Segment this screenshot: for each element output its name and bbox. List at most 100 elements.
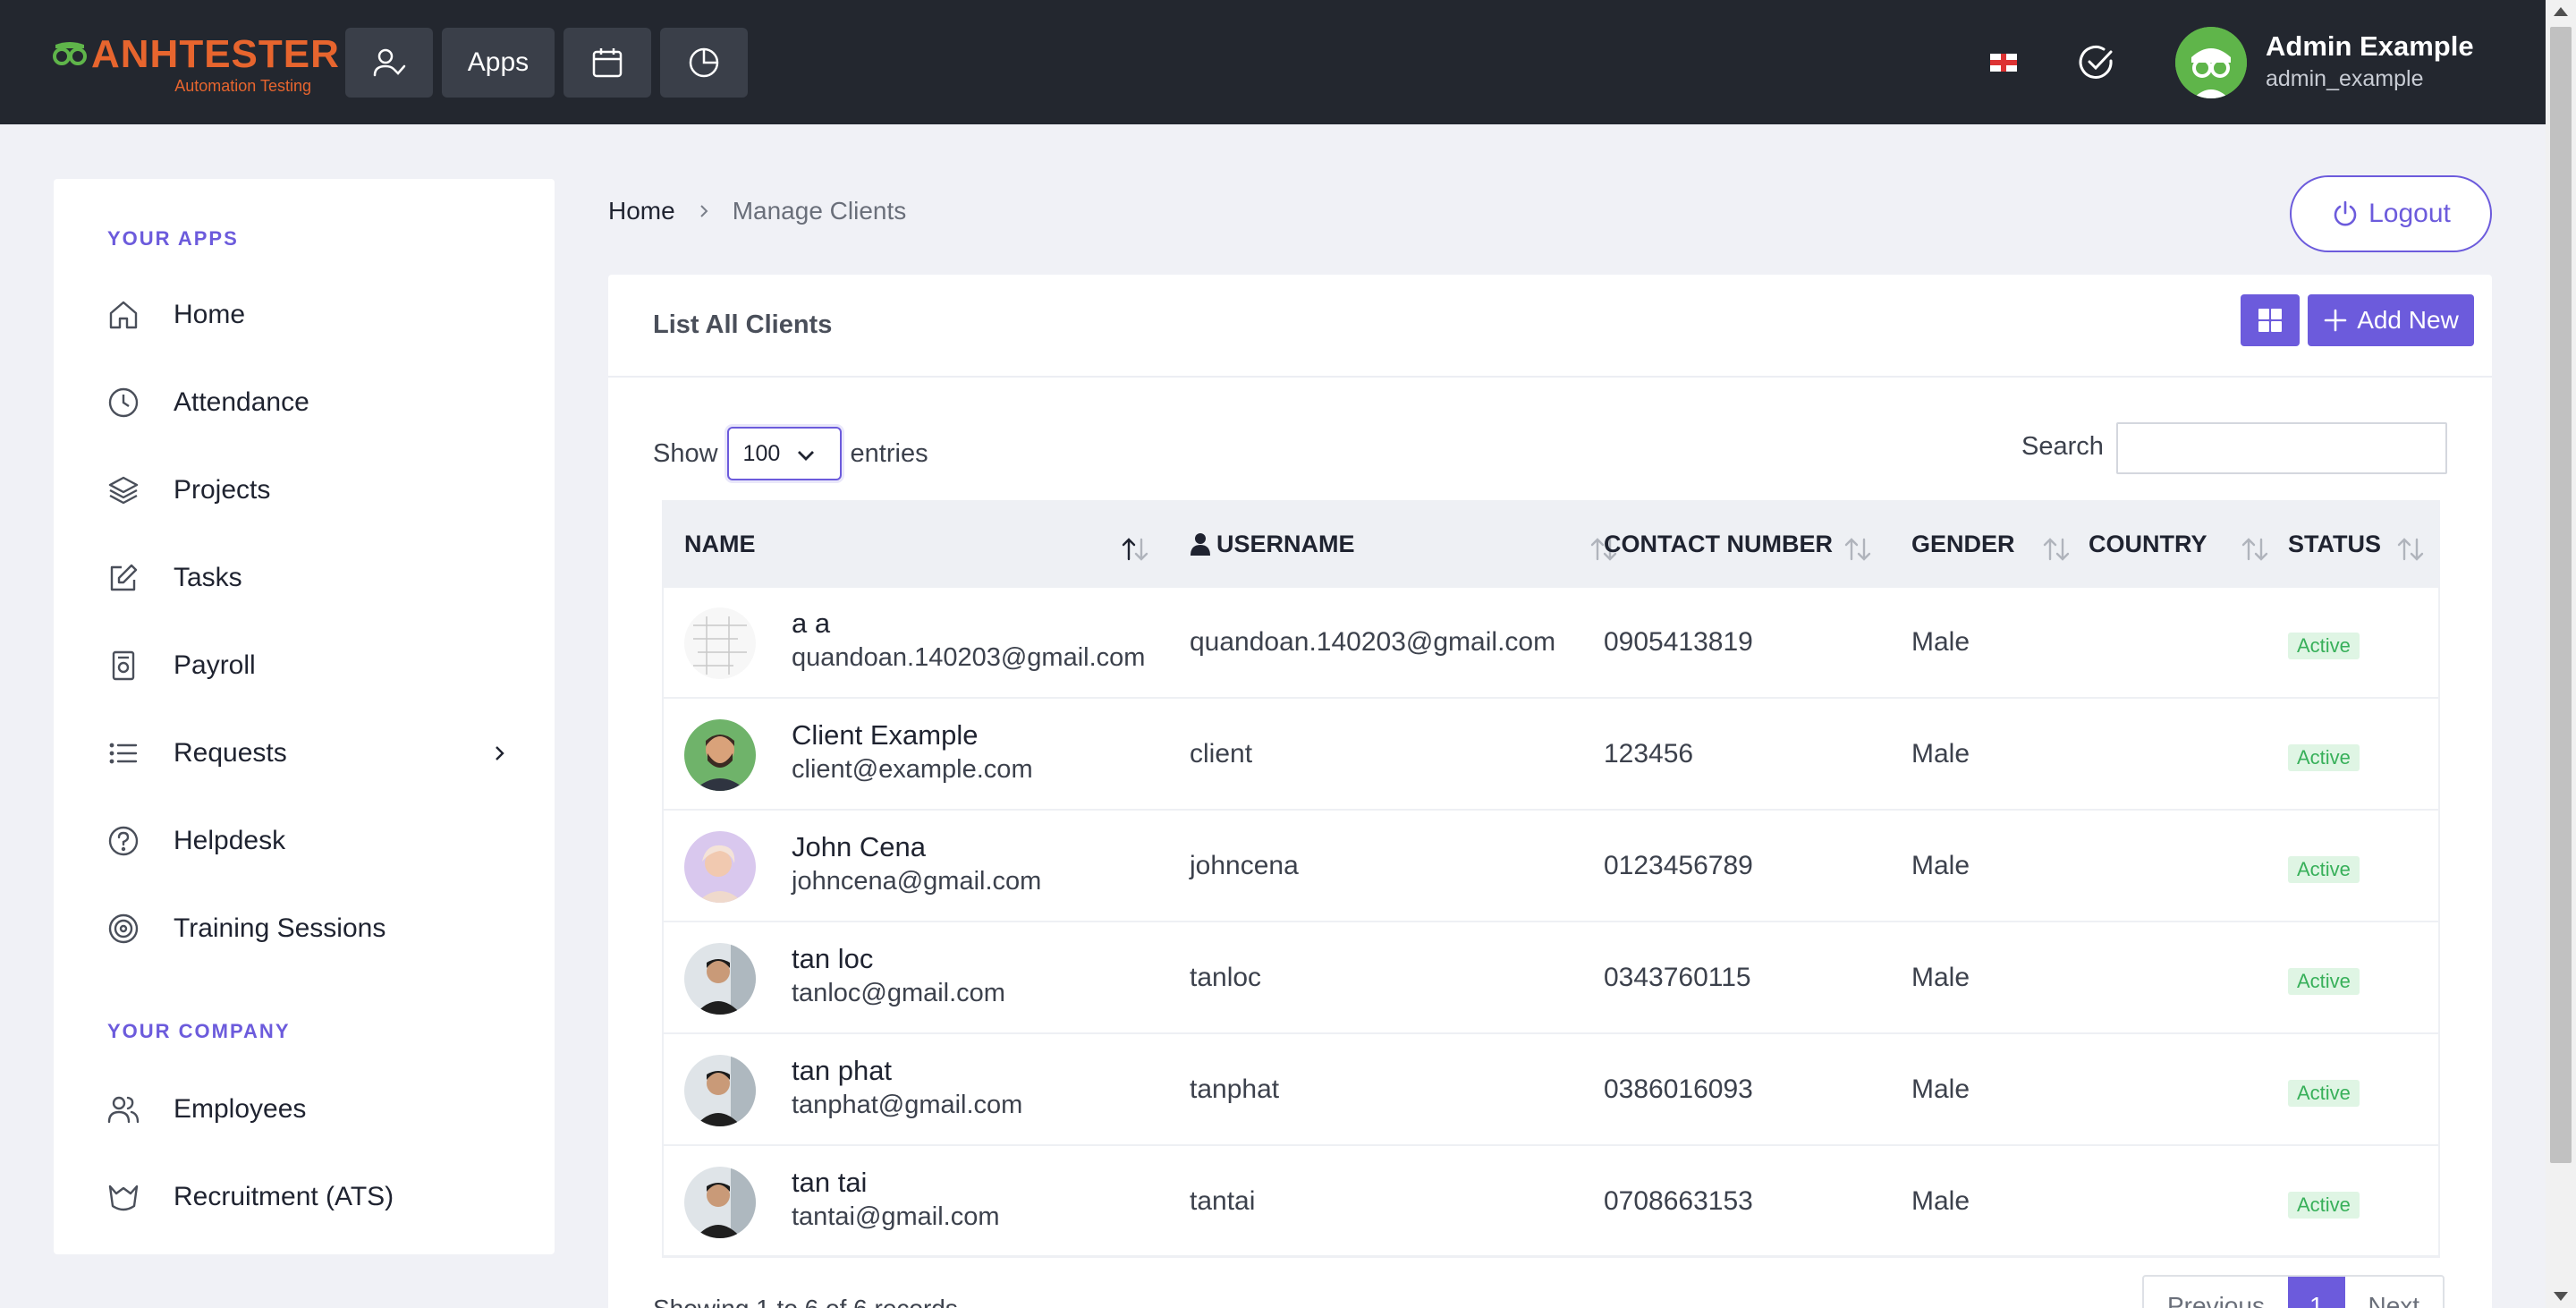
search-label: Search [2021, 432, 2104, 461]
client-email: client@example.com [792, 755, 1033, 784]
sort-asc-icon[interactable] [1120, 536, 1150, 563]
chart-button[interactable] [660, 28, 748, 98]
sort-icon[interactable] [2395, 536, 2426, 563]
sidebar-item-label: Recruitment (ATS) [174, 1182, 394, 1211]
sidebar-item-label: Attendance [174, 387, 309, 417]
table-row[interactable]: tan loc tanloc@gmail.com tanloc 03437601… [662, 923, 2440, 1034]
entries-value: 100 [742, 440, 781, 466]
sidebar-item-home[interactable]: Home [107, 288, 519, 342]
calendar-button[interactable] [564, 28, 651, 98]
entries-label: entries [850, 438, 928, 468]
user-handle: admin_example [2266, 66, 2424, 91]
chevron-down-icon [797, 451, 814, 461]
sidebar-item-payroll[interactable]: Payroll [107, 639, 519, 692]
recruit-icon [108, 1185, 139, 1211]
column-header-status[interactable]: STATUS [2288, 500, 2381, 588]
sidebar-item-training-sessions[interactable]: Training Sessions [107, 902, 519, 956]
woman-avatar-icon [684, 831, 756, 903]
status-badge: Active [2288, 1192, 2360, 1219]
scrollbar-thumb[interactable] [2550, 27, 2572, 1163]
client-username: johncena [1190, 851, 1299, 880]
top-navbar: ANHTESTER Automation Testing Apps Admin [0, 0, 2546, 124]
card-title: List All Clients [653, 310, 833, 339]
client-name[interactable]: Client Example [792, 719, 978, 752]
client-name[interactable]: John Cena [792, 831, 926, 863]
client-name[interactable]: tan phat [792, 1055, 892, 1087]
brand-logo[interactable]: ANHTESTER Automation Testing [52, 32, 339, 98]
column-header-country[interactable]: COUNTRY [2089, 500, 2207, 588]
payroll-icon [112, 650, 135, 681]
sidebar-item-label: Requests [174, 738, 287, 768]
sidebar-item-label: Helpdesk [174, 826, 286, 855]
sidebar-section-apps: YOUR APPS [107, 227, 239, 250]
client-gender: Male [1911, 963, 1970, 992]
apps-button[interactable]: Apps [442, 28, 555, 98]
user-check-button[interactable] [345, 28, 433, 98]
scroll-up-icon[interactable] [2554, 7, 2568, 16]
user-check-icon [373, 48, 406, 77]
previous-button[interactable]: Previous [2144, 1277, 2288, 1308]
man-beard-avatar-icon [684, 719, 756, 791]
client-avatar [684, 831, 756, 903]
language-flag-icon[interactable] [1990, 54, 2017, 72]
chevron-right-icon [496, 746, 504, 760]
table-row[interactable]: tan phat tanphat@gmail.com tanphat 03860… [662, 1035, 2440, 1146]
client-avatar [684, 719, 756, 791]
grid-view-button[interactable] [2241, 294, 2300, 346]
search-input[interactable] [2116, 422, 2447, 474]
pagination: Previous 1 Next [2142, 1275, 2445, 1308]
scroll-down-icon[interactable] [2554, 1292, 2568, 1301]
client-contact: 0343760115 [1604, 963, 1751, 992]
next-button[interactable]: Next [2345, 1277, 2444, 1308]
home-icon [109, 301, 138, 329]
column-header-contact[interactable]: CONTACT NUMBER [1604, 500, 1833, 588]
status-badge: Active [2288, 968, 2360, 995]
breadcrumb-home-link[interactable]: Home [608, 197, 675, 225]
sidebar-item-tasks[interactable]: Tasks [107, 551, 519, 605]
client-gender: Male [1911, 627, 1970, 657]
status-badge: Active [2288, 633, 2360, 659]
list-icon [109, 743, 138, 764]
client-name[interactable]: a a [792, 607, 830, 640]
table-row[interactable]: Client Example client@example.com client… [662, 700, 2440, 811]
power-icon [2334, 200, 2357, 226]
page-1-button[interactable]: 1 [2287, 1277, 2345, 1308]
sidebar-item-attendance[interactable]: Attendance [107, 376, 519, 429]
table-row[interactable]: tan tai tantai@gmail.com tantai 07086631… [662, 1147, 2440, 1258]
show-label: Show [653, 438, 718, 468]
breadcrumb-current: Manage Clients [732, 197, 907, 225]
table-row[interactable]: a a quandoan.140203@gmail.com quandoan.1… [662, 588, 2440, 699]
sidebar-item-helpdesk[interactable]: Helpdesk [107, 814, 519, 868]
sort-icon[interactable] [1843, 536, 1873, 563]
status-badge: Active [2288, 1080, 2360, 1107]
entries-select[interactable]: 100 [726, 427, 842, 480]
sidebar-item-employees[interactable]: Employees [107, 1083, 519, 1136]
user-avatar[interactable] [2175, 27, 2247, 98]
client-avatar [684, 1055, 756, 1126]
column-header-gender[interactable]: GENDER [1911, 500, 2015, 588]
client-name[interactable]: tan tai [792, 1167, 867, 1199]
sidebar-item-label: Training Sessions [174, 913, 386, 943]
table-row[interactable]: John Cena johncena@gmail.com johncena 01… [662, 811, 2440, 922]
sort-icon[interactable] [2240, 536, 2270, 563]
add-new-button[interactable]: Add New [2308, 294, 2474, 346]
column-header-username[interactable]: USERNAME [1190, 500, 1355, 588]
sidebar-item-label: Tasks [174, 563, 242, 592]
todo-check-icon[interactable] [2077, 43, 2116, 82]
client-gender: Male [1911, 851, 1970, 880]
sidebar-item-recruitment[interactable]: Recruitment (ATS) [107, 1170, 519, 1224]
sort-icon[interactable] [2041, 536, 2072, 563]
client-contact: 0708663153 [1604, 1186, 1753, 1216]
logout-button[interactable]: Logout [2290, 175, 2492, 252]
client-name[interactable]: tan loc [792, 943, 873, 975]
sidebar-item-projects[interactable]: Projects [107, 463, 519, 517]
column-header-name[interactable]: NAME [684, 500, 756, 588]
client-email: quandoan.140203@gmail.com [792, 643, 1146, 672]
add-new-label: Add New [2357, 306, 2459, 334]
client-contact: 0905413819 [1604, 627, 1753, 657]
clock-icon [108, 387, 139, 418]
sidebar-item-requests[interactable]: Requests [107, 726, 519, 780]
clients-card: List All Clients Add New Show 100 entrie… [608, 275, 2492, 1308]
client-contact: 0123456789 [1604, 851, 1753, 880]
user-name: Admin Example [2266, 30, 2474, 62]
